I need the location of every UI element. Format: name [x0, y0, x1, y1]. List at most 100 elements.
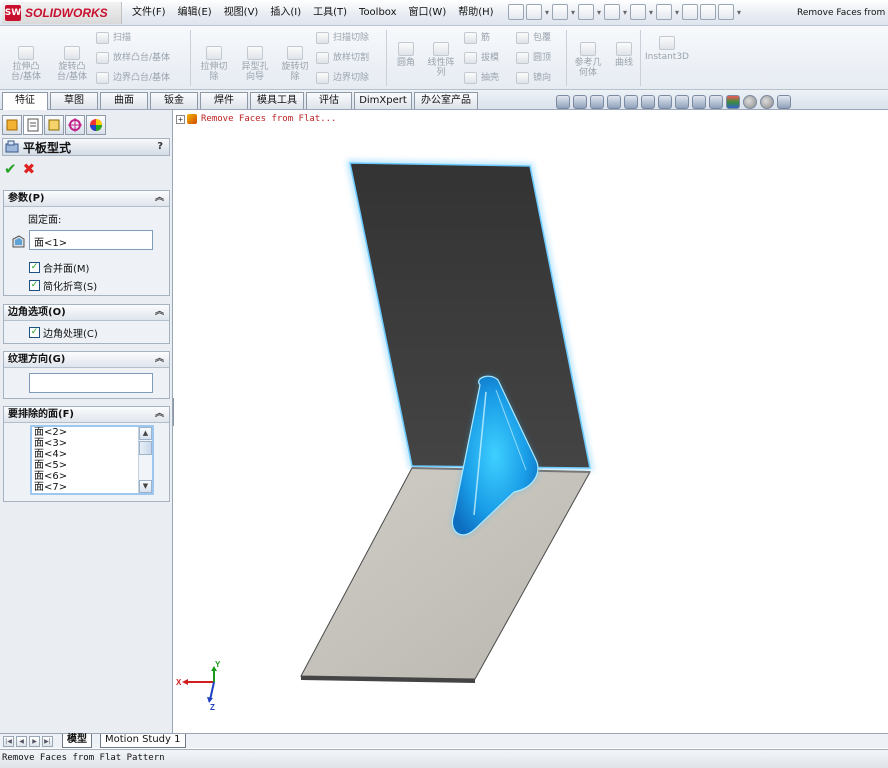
merge-faces-checkbox[interactable]: ✓ 合并面(M) — [29, 260, 89, 275]
boundary-cut-button[interactable]: 边界切除 — [316, 71, 369, 85]
edit-appearance-icon[interactable] — [709, 95, 723, 109]
collapse-icon[interactable]: ︽ — [155, 352, 164, 367]
base-flange-face[interactable] — [300, 467, 591, 680]
property-manager-tab[interactable] — [23, 115, 43, 135]
configuration-manager-tab[interactable] — [44, 115, 64, 135]
previous-view-icon[interactable] — [590, 95, 604, 109]
list-item[interactable]: 面<4> — [32, 449, 152, 460]
simplify-bends-checkbox[interactable]: ✓ 简化折弯(S) — [29, 278, 97, 293]
list-item[interactable]: 面<6> — [32, 471, 152, 482]
file-properties-icon[interactable] — [700, 4, 716, 20]
linear-pattern-button[interactable]: 线性阵 列 — [424, 32, 458, 78]
chevron-down-icon[interactable]: ▾ — [736, 8, 742, 17]
menu-help[interactable]: 帮助(H) — [452, 0, 499, 26]
rib-button[interactable]: 筋 — [464, 31, 490, 45]
zoom-to-area-icon[interactable] — [573, 95, 587, 109]
boundary-boss-button[interactable]: 边界凸台/基体 — [96, 71, 170, 85]
sweep-button[interactable]: 扫描 — [96, 31, 131, 45]
swept-cut-button[interactable]: 扫描切除 — [316, 31, 369, 45]
dome-button[interactable]: 圆顶 — [516, 51, 551, 65]
tab-weldments[interactable]: 焊件 — [200, 92, 248, 109]
fillet-button[interactable]: 圆角 — [392, 32, 420, 68]
section-view-icon[interactable] — [641, 95, 655, 109]
open-icon[interactable] — [552, 4, 568, 20]
chevron-down-icon[interactable]: ▾ — [648, 8, 654, 17]
rebuild-icon[interactable] — [682, 4, 698, 20]
zoom-to-selection-icon[interactable] — [607, 95, 621, 109]
corner-treatment-checkbox[interactable]: ✓ 边角处理(C) — [29, 325, 98, 340]
grain-direction-header[interactable]: 纹理方向(G) ︽ — [4, 352, 169, 368]
new-document-icon[interactable] — [526, 4, 542, 20]
solidworks-logo[interactable]: SW SOLIDWORKS — [2, 2, 122, 24]
chevron-down-icon[interactable]: ▾ — [674, 8, 680, 17]
chevron-down-icon[interactable]: ▾ — [622, 8, 628, 17]
menu-view[interactable]: 视图(V) — [218, 0, 265, 26]
menu-tools[interactable]: 工具(T) — [307, 0, 353, 26]
list-scrollbar[interactable]: ▲ ▼ — [138, 427, 152, 493]
loft-button[interactable]: 放样凸台/基体 — [96, 51, 170, 65]
menu-edit[interactable]: 编辑(E) — [172, 0, 218, 26]
reference-geometry-button[interactable]: 参考几 何体 — [570, 32, 606, 78]
menu-insert[interactable]: 插入(I) — [264, 0, 307, 26]
draft-button[interactable]: 拔模 — [464, 51, 499, 65]
menu-window[interactable]: 窗口(W) — [403, 0, 453, 26]
list-item[interactable]: 面<2> — [32, 427, 152, 438]
scroll-up-icon[interactable]: ▲ — [139, 427, 152, 440]
dimxpert-manager-tab[interactable] — [65, 115, 85, 135]
grain-direction-field[interactable] — [29, 373, 153, 393]
pan-icon[interactable] — [624, 95, 638, 109]
collapse-icon[interactable]: ︽ — [155, 191, 164, 206]
last-tab-icon[interactable]: ▶| — [42, 736, 53, 747]
extrude-boss-button[interactable]: 拉伸凸 台/基体 — [6, 36, 46, 82]
graphics-area[interactable]: + Remove Faces from Flat... X Y Z — [174, 110, 888, 733]
corner-options-header[interactable]: 边角选项(O) ︽ — [4, 305, 169, 321]
undo-icon[interactable] — [630, 4, 646, 20]
pin-icon[interactable] — [508, 4, 524, 20]
menu-toolbox[interactable]: Toolbox — [353, 0, 403, 26]
display-style-icon[interactable] — [675, 95, 689, 109]
faces-to-exclude-header[interactable]: 要排除的面(F) ︽ — [4, 407, 169, 423]
tab-features[interactable]: 特征 — [2, 92, 48, 110]
prev-tab-icon[interactable]: ◀ — [16, 736, 27, 747]
scroll-down-icon[interactable]: ▼ — [139, 480, 152, 493]
fixed-face-field[interactable]: 面<1> — [29, 230, 153, 250]
list-item[interactable]: 面<5> — [32, 460, 152, 471]
revolve-cut-button[interactable]: 旋转切 除 — [276, 36, 314, 82]
chevron-down-icon[interactable]: ▾ — [544, 8, 550, 17]
parameters-group-header[interactable]: 参数(P) ︽ — [4, 191, 169, 207]
extrude-cut-button[interactable]: 拉伸切 除 — [196, 36, 232, 82]
next-tab-icon[interactable]: ▶ — [29, 736, 40, 747]
faces-to-exclude-list[interactable]: 面<2> 面<3> 面<4> 面<5> 面<6> 面<7> ▲ ▼ — [30, 425, 154, 495]
tab-surfaces[interactable]: 曲面 — [100, 92, 148, 109]
tab-sheet-metal[interactable]: 钣金 — [150, 92, 198, 109]
mirror-button[interactable]: 镜向 — [516, 71, 551, 85]
cancel-button[interactable]: ✖ — [23, 160, 36, 178]
tab-model[interactable]: 模型 — [62, 734, 92, 748]
instant3d-button[interactable]: Instant3D — [644, 36, 690, 62]
tab-sketch[interactable]: 草图 — [50, 92, 98, 109]
collapse-icon[interactable]: ︽ — [155, 407, 164, 422]
save-icon[interactable] — [578, 4, 594, 20]
collapse-icon[interactable]: ︽ — [155, 305, 164, 320]
shadows-icon[interactable] — [760, 95, 774, 109]
shell-button[interactable]: 抽壳 — [464, 71, 499, 85]
scroll-thumb[interactable] — [139, 441, 152, 455]
vertical-flange-face[interactable] — [349, 162, 591, 469]
apply-scene-icon[interactable] — [726, 95, 740, 109]
chevron-down-icon[interactable]: ▾ — [570, 8, 576, 17]
menu-file[interactable]: 文件(F) — [126, 0, 172, 26]
tab-office-products[interactable]: 办公室产品 — [414, 92, 478, 109]
wrap-button[interactable]: 包覆 — [516, 31, 551, 45]
select-icon[interactable] — [656, 4, 672, 20]
feature-manager-tab[interactable] — [2, 115, 22, 135]
view-settings-icon[interactable] — [777, 95, 791, 109]
tab-evaluate[interactable]: 评估 — [306, 92, 352, 109]
hole-wizard-button[interactable]: 异型孔 向导 — [236, 36, 274, 82]
realview-icon[interactable] — [743, 95, 757, 109]
ok-button[interactable]: ✔ — [4, 160, 17, 178]
tab-mold-tools[interactable]: 模具工具 — [250, 92, 304, 109]
chevron-down-icon[interactable]: ▾ — [596, 8, 602, 17]
tab-motion-study[interactable]: Motion Study 1 — [100, 734, 186, 748]
list-item[interactable]: 面<3> — [32, 438, 152, 449]
first-tab-icon[interactable]: |◀ — [3, 736, 14, 747]
